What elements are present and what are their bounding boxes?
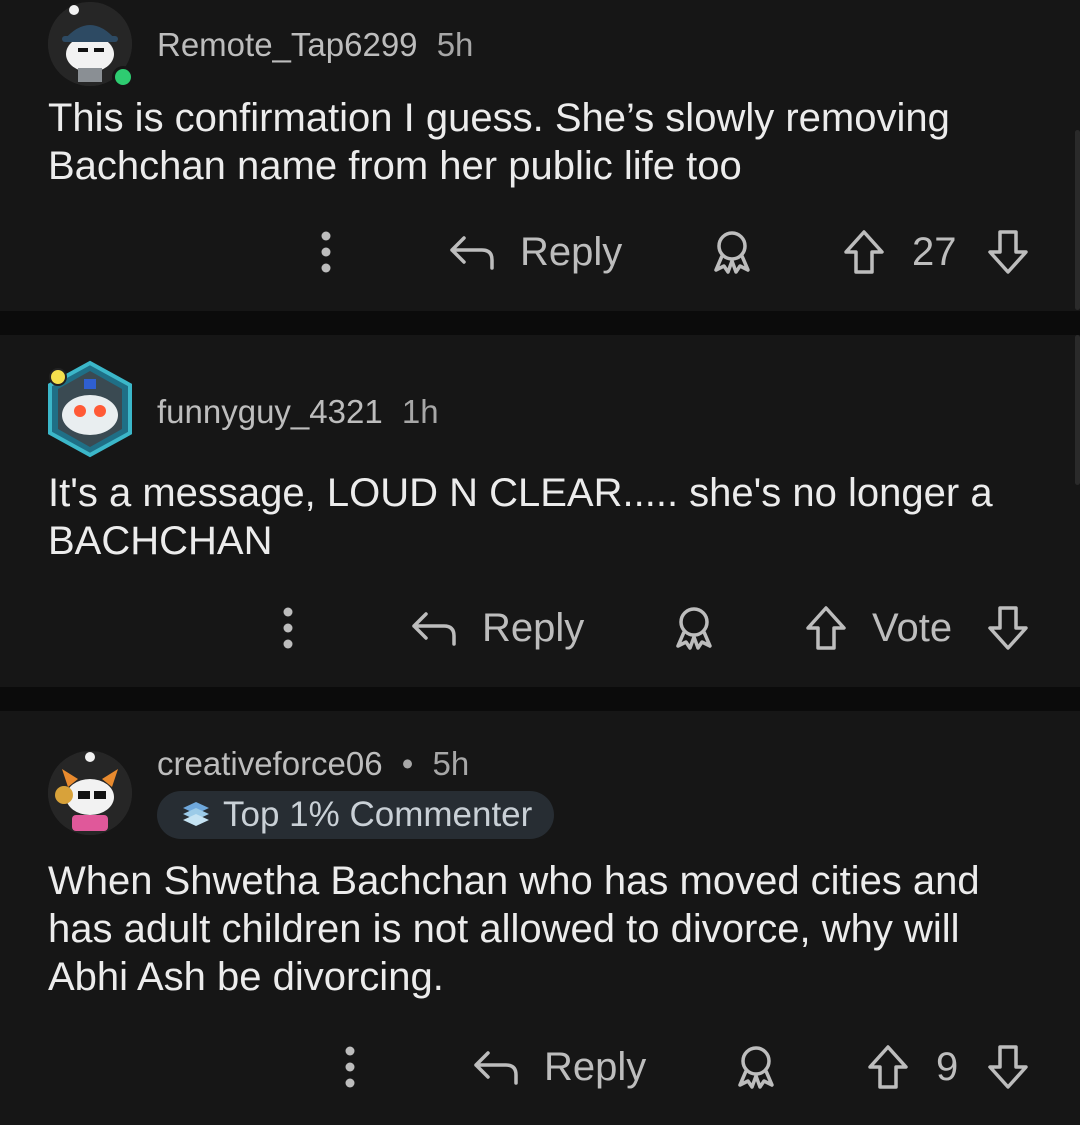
comment-body: When Shwetha Bachchan who has moved citi… [48, 859, 980, 999]
more-vertical-icon [345, 1046, 355, 1088]
avatar[interactable] [48, 360, 132, 458]
comment-card: creativeforce06 • 5h Top 1% Commenter Wh… [0, 711, 1080, 1125]
upvote-arrow-icon [868, 1045, 908, 1089]
reply-button[interactable]: Reply [410, 598, 584, 658]
upvote-button[interactable] [866, 1037, 910, 1097]
comment-meta: funnyguy_4321 1h [157, 393, 439, 431]
username[interactable]: Remote_Tap6299 [157, 26, 418, 63]
downvote-arrow-icon [988, 606, 1028, 650]
reply-arrow-icon [412, 612, 456, 646]
award-button[interactable] [670, 598, 718, 658]
timestamp: 1h [401, 393, 439, 430]
online-indicator [115, 69, 131, 85]
downvote-button[interactable] [986, 222, 1030, 282]
upvote-arrow-icon [806, 606, 846, 650]
more-options-button[interactable] [278, 598, 298, 658]
comment-card: funnyguy_4321 1h It's a message, LOUD N … [0, 335, 1080, 687]
upvote-button[interactable] [842, 222, 886, 282]
downvote-button[interactable] [986, 598, 1030, 658]
comment-body: This is confirmation I guess. She’s slow… [48, 96, 950, 188]
downvote-arrow-icon [988, 1045, 1028, 1089]
comment-card: Remote_Tap6299 5h This is confirmation I… [0, 0, 1080, 311]
vote-count-label: 9 [936, 1044, 959, 1089]
reply-arrow-icon [474, 1051, 518, 1085]
timestamp: 5h [436, 26, 474, 63]
comment-body: It's a message, LOUD N CLEAR..... she's … [48, 471, 993, 563]
comment-meta: creativeforce06 • 5h [157, 745, 469, 783]
meta-separator: • [401, 745, 414, 782]
reply-arrow-icon [450, 236, 494, 270]
avatar[interactable] [48, 2, 134, 88]
upvote-button[interactable] [804, 598, 848, 658]
comment-meta: Remote_Tap6299 5h [157, 26, 473, 64]
more-options-button[interactable] [340, 1037, 360, 1097]
comment-actions: Reply 9 [0, 1037, 1080, 1097]
reply-label: Reply [544, 1044, 647, 1089]
upvote-arrow-icon [844, 230, 884, 274]
vote-count-label: Vote [872, 605, 953, 650]
snoo-avatar-icon [48, 751, 132, 835]
reply-label: Reply [520, 229, 623, 274]
award-button[interactable] [708, 222, 756, 282]
comment-actions: Reply Vote [0, 598, 1080, 658]
vote-count: Vote [872, 598, 952, 658]
award-icon [714, 231, 750, 274]
award-button[interactable] [732, 1037, 780, 1097]
award-icon [676, 607, 712, 650]
downvote-button[interactable] [986, 1037, 1030, 1097]
timestamp: 5h [432, 745, 470, 782]
award-icon [738, 1046, 774, 1089]
username[interactable]: funnyguy_4321 [157, 393, 383, 430]
reply-button[interactable]: Reply [448, 222, 622, 282]
more-vertical-icon [321, 231, 331, 273]
vote-count: 27 [912, 222, 957, 282]
scrollbar[interactable] [1075, 335, 1080, 485]
username[interactable]: creativeforce06 [157, 745, 383, 782]
more-vertical-icon [283, 607, 293, 649]
vote-count-label: 27 [912, 229, 957, 274]
reply-button[interactable]: Reply [472, 1037, 646, 1097]
more-options-button[interactable] [316, 222, 336, 282]
flair-label: Top 1% Commenter [223, 795, 533, 834]
online-indicator-ring [112, 66, 134, 88]
comment-actions: Reply 27 [0, 222, 1080, 282]
scrollbar[interactable] [1075, 130, 1080, 310]
avatar[interactable] [48, 751, 132, 835]
snoo-avatar-icon [48, 360, 132, 458]
user-flair-badge[interactable]: Top 1% Commenter [157, 791, 555, 839]
reply-label: Reply [482, 605, 585, 650]
top-commenter-icon [183, 802, 209, 826]
downvote-arrow-icon [988, 230, 1028, 274]
vote-count: 9 [936, 1037, 958, 1097]
